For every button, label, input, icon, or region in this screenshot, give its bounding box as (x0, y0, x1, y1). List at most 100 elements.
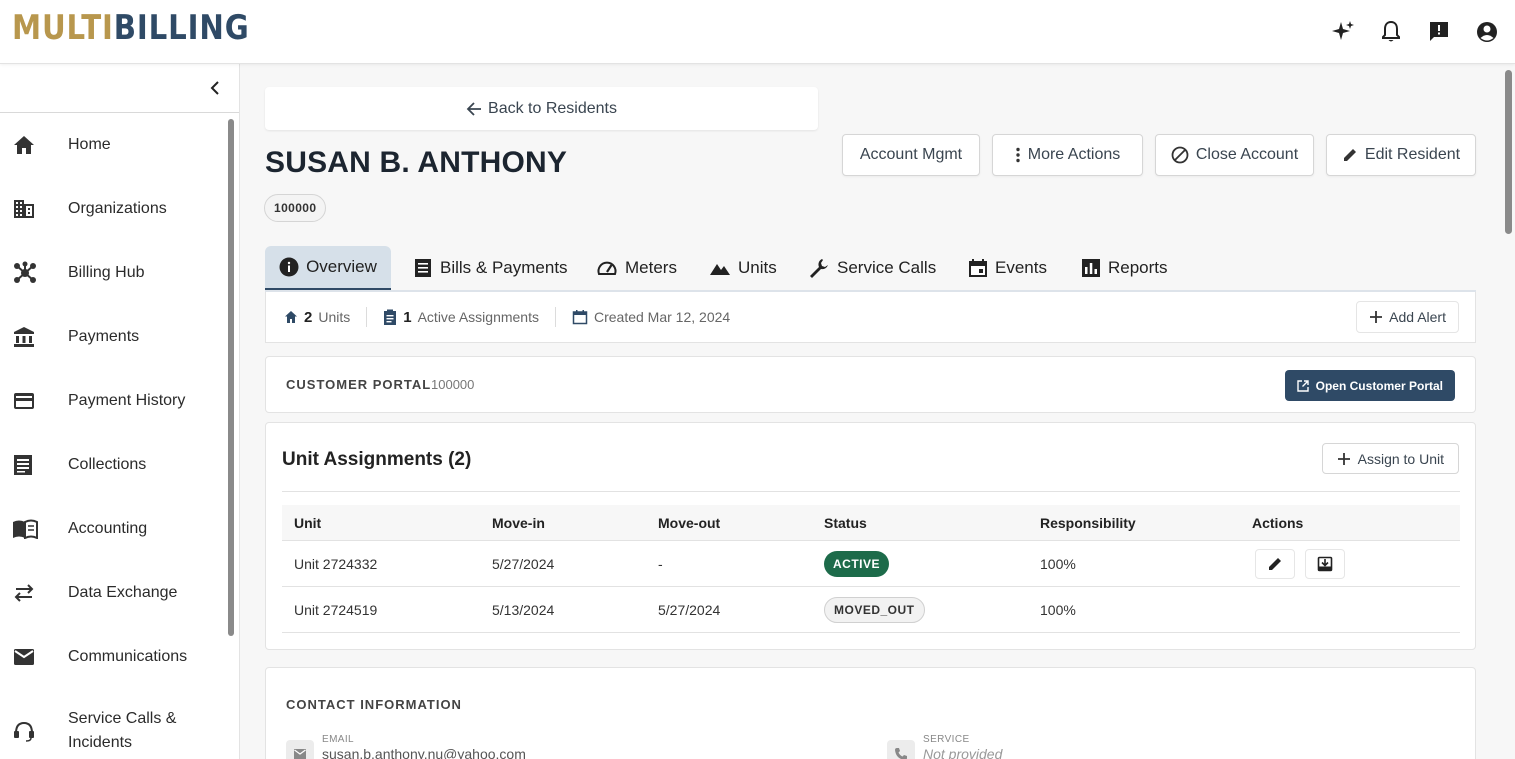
email-label: EMAIL (322, 734, 355, 745)
tab-bills-payments[interactable]: Bills & Payments (413, 246, 568, 290)
sidebar-item-label: Service Calls & Incidents (68, 710, 177, 751)
more-actions-label: More Actions (1027, 146, 1121, 163)
column-header: Unit (294, 515, 322, 531)
column-header: Responsibility (1040, 515, 1136, 531)
sidebar-item-home[interactable]: Home (0, 117, 226, 173)
sidebar-scrollbar[interactable] (228, 119, 234, 636)
unit-cell: Unit 2724519 (294, 602, 378, 618)
contact-information-card: CONTACT INFORMATION EMAIL susan.b.anthon… (265, 667, 1476, 759)
more-actions-button[interactable]: More Actions (992, 134, 1143, 176)
assignments-summary: 1 Active Assignments (383, 309, 539, 326)
unit-assignments-table: Unit Move-in Move-out Status Responsibil… (282, 505, 1460, 633)
service-label: SERVICE (923, 734, 970, 745)
column-header: Status (824, 515, 867, 531)
sidebar-item-label: Billing Hub (68, 264, 145, 281)
units-label: Units (318, 309, 351, 325)
chevron-left-icon[interactable] (204, 77, 226, 99)
service-phone-field: SERVICE Not provided (887, 734, 1002, 759)
sidebar-item-collections[interactable]: Collections (0, 437, 226, 493)
list-icon (12, 453, 60, 477)
block-icon (1171, 146, 1189, 164)
tab-events[interactable]: Events (968, 246, 1047, 290)
arrow-left-icon (466, 101, 482, 116)
bell-icon[interactable] (1377, 16, 1405, 48)
home-icon (285, 311, 297, 323)
column-header: Move-out (658, 515, 721, 531)
assign-to-unit-label: Assign to Unit (1357, 450, 1444, 467)
table-row: Unit 2724519 5/13/2024 5/27/2024 MOVED_O… (282, 587, 1460, 633)
email-value[interactable]: susan.b.anthony.nu@yahoo.com (322, 746, 526, 759)
contact-information-title: CONTACT INFORMATION (286, 697, 462, 712)
swap-icon (12, 581, 60, 605)
table-row: Unit 2724332 5/27/2024 - ACTIVE 100% (282, 541, 1460, 587)
units-summary: 2 Units (284, 309, 350, 326)
sidebar-item-organizations[interactable]: Organizations (0, 181, 226, 237)
close-account-button[interactable]: Close Account (1155, 134, 1314, 176)
edit-assignment-button[interactable] (1255, 549, 1295, 579)
column-header: Move-in (492, 515, 545, 531)
resident-tabs: Overview Bills & Payments Meters Units S… (265, 246, 1476, 292)
mail-icon (12, 645, 60, 669)
clipboard-icon (384, 309, 397, 325)
tab-overview[interactable]: Overview (265, 246, 391, 290)
phone-icon (887, 740, 915, 759)
book-icon (12, 517, 60, 541)
move-out-button[interactable] (1305, 549, 1345, 579)
tab-service-calls[interactable]: Service Calls (808, 246, 936, 290)
assignments-label: Active Assignments (417, 309, 539, 325)
sidebar-item-label: Collections (68, 456, 147, 473)
sidebar-item-billing-hub[interactable]: Billing Hub (0, 245, 226, 301)
sidebar-item-communications[interactable]: Communications (0, 629, 226, 685)
tab-reports[interactable]: Reports (1081, 246, 1168, 290)
building-icon (12, 197, 60, 221)
created-date: Created Mar 12, 2024 (572, 309, 730, 325)
assign-to-unit-button[interactable]: Assign to Unit (1321, 443, 1459, 474)
sidebar-item-label: Payment History (68, 392, 186, 409)
column-header: Actions (1252, 515, 1304, 531)
responsibility-cell: 100% (1040, 556, 1076, 572)
assignments-count: 1 (403, 308, 412, 326)
sidebar-item-label: Home (68, 136, 111, 153)
external-link-icon (1296, 379, 1309, 392)
sidebar-item-payment-history[interactable]: Payment History (0, 373, 226, 429)
brand-logo[interactable]: MULTIBILLING (12, 8, 250, 48)
back-to-residents-button[interactable]: Back to Residents (265, 87, 818, 130)
tab-label: Units (738, 258, 777, 277)
move-out-cell: - (658, 556, 663, 572)
main-scrollbar[interactable] (1505, 70, 1512, 234)
resident-summary-bar: 2 Units 1 Active Assignments Created Mar… (265, 292, 1476, 343)
email-field: EMAIL susan.b.anthony.nu@yahoo.com (286, 734, 526, 759)
edit-resident-button[interactable]: Edit Resident (1326, 134, 1476, 176)
sidebar-item-data-exchange[interactable]: Data Exchange (0, 565, 226, 621)
tab-meters[interactable]: Meters (596, 246, 677, 290)
bank-icon (12, 325, 60, 349)
sidebar-item-label: Accounting (68, 520, 148, 537)
account-icon[interactable] (1473, 16, 1501, 48)
account-mgmt-button[interactable]: Account Mgmt (842, 134, 980, 176)
sidebar-item-service-calls[interactable]: Service Calls & Incidents (0, 705, 226, 757)
account-number-chip: 100000 (264, 194, 327, 222)
sidebar-item-label: Communications (68, 648, 188, 665)
hub-icon (12, 261, 60, 285)
plus-icon (1370, 311, 1383, 323)
tab-units[interactable]: Units (709, 246, 777, 290)
status-badge: ACTIVE (824, 551, 890, 577)
sparkle-icon[interactable] (1329, 16, 1357, 48)
pencil-icon (1269, 558, 1281, 570)
feedback-icon[interactable] (1425, 16, 1453, 48)
sidebar-item-accounting[interactable]: Accounting (0, 501, 226, 557)
add-alert-button[interactable]: Add Alert (1356, 301, 1459, 333)
back-label: Back to Residents (488, 99, 617, 117)
home-icon (12, 133, 60, 157)
main-content: Back to Residents SUSAN B. ANTHONY 10000… (240, 64, 1515, 759)
tab-label: Events (995, 258, 1047, 277)
customer-portal-card: CUSTOMER PORTAL 100000 Open Customer Por… (265, 356, 1476, 413)
sidebar-item-payments[interactable]: Payments (0, 309, 226, 365)
resident-name: SUSAN B. ANTHONY (265, 146, 568, 179)
open-customer-portal-button[interactable]: Open Customer Portal (1284, 370, 1455, 401)
logo-text-multi: MULTI (12, 8, 114, 48)
edit-resident-label: Edit Resident (1364, 146, 1461, 163)
landscape-icon (710, 264, 730, 275)
pencil-icon (1343, 149, 1356, 161)
sidebar-item-label: Data Exchange (68, 584, 178, 601)
